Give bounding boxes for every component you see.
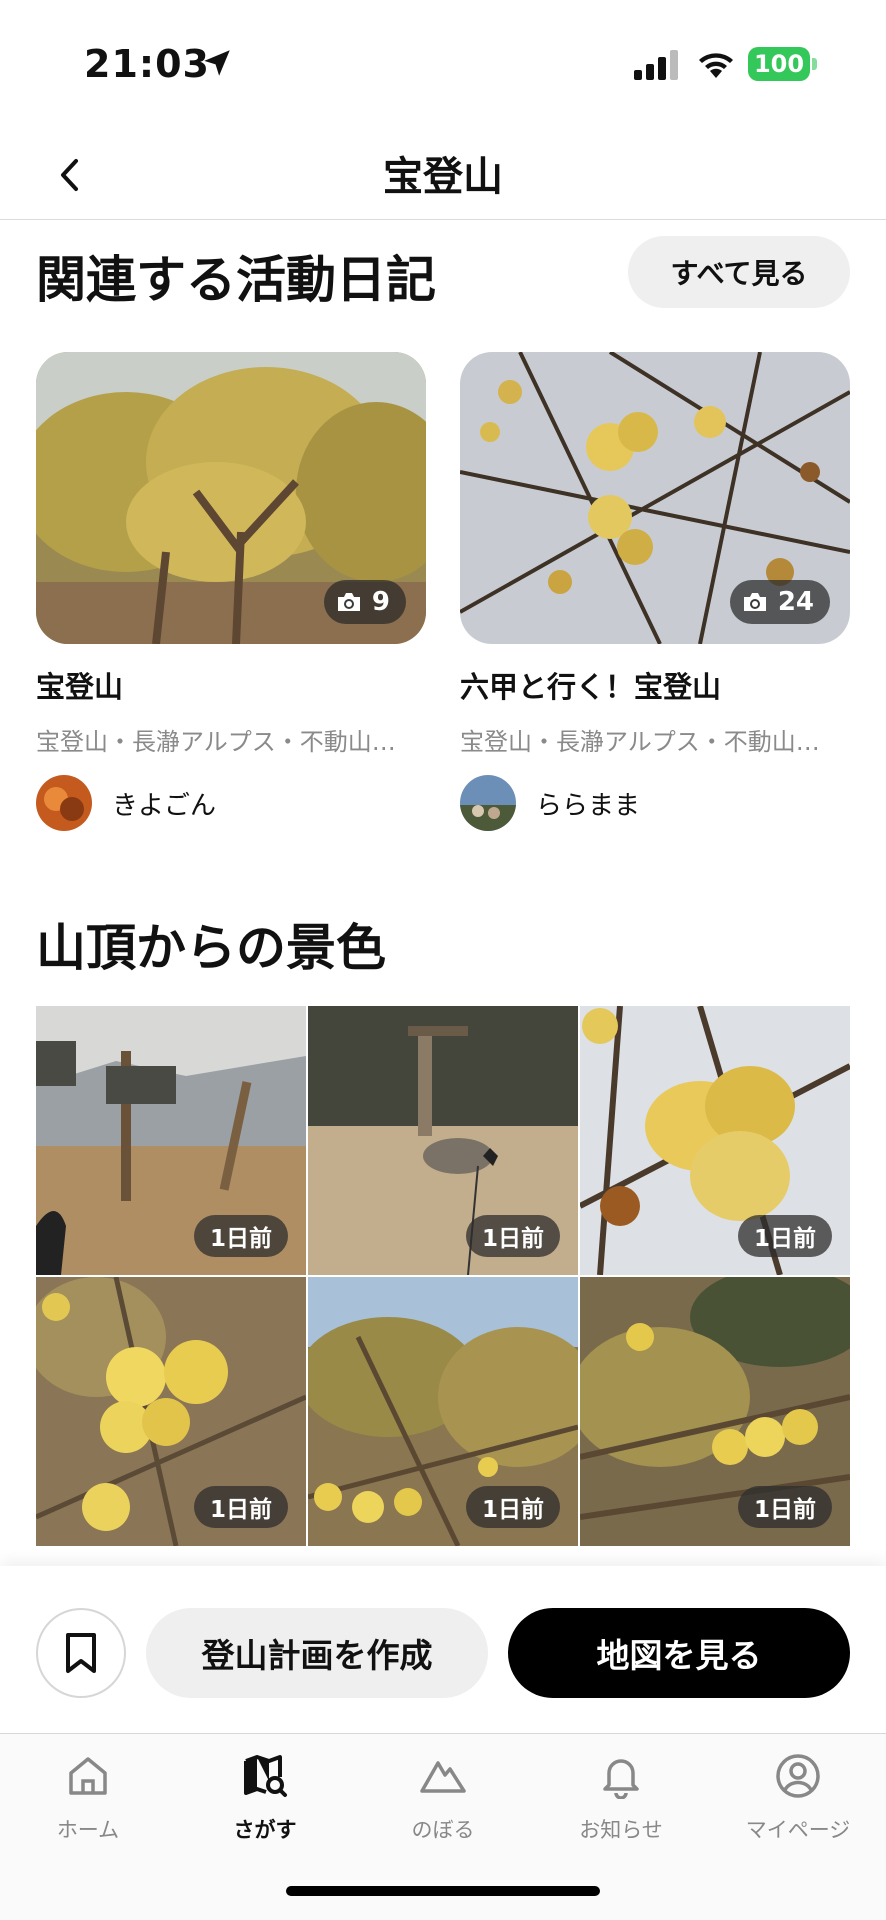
photo-count: 24 <box>777 587 814 617</box>
user-name: ららまま <box>536 790 641 821</box>
summit-section-title: 山頂からの景色 <box>36 919 386 977</box>
diary-photo: 9 <box>36 352 426 644</box>
mountain-icon <box>417 1750 469 1802</box>
time-badge: 1日前 <box>465 1215 560 1257</box>
tab-label: さがす <box>233 1818 297 1842</box>
camera-icon <box>743 593 766 611</box>
tab-notifications[interactable]: お知らせ <box>541 1750 701 1844</box>
tab-search[interactable]: さがす <box>185 1750 345 1844</box>
page-title: 宝登山 <box>383 154 503 200</box>
battery-level: 100 <box>753 50 805 78</box>
photo-count-badge: 24 <box>729 580 830 624</box>
tab-label: マイページ <box>745 1818 851 1842</box>
status-time: 21:03 <box>84 42 210 86</box>
time-badge: 1日前 <box>193 1486 288 1528</box>
camera-icon <box>337 593 360 611</box>
diary-title: 宝登山 <box>36 670 124 704</box>
photo-count-badge: 9 <box>323 580 406 624</box>
battery-tip <box>812 58 817 70</box>
diary-photo: 24 <box>460 352 850 644</box>
tab-climb[interactable]: のぼる <box>363 1750 523 1844</box>
summit-photo[interactable]: 1日前 <box>36 1277 306 1546</box>
battery-icon: 100 <box>748 47 810 81</box>
summit-photo[interactable]: 1日前 <box>580 1277 850 1546</box>
user-circle-icon <box>772 1750 824 1802</box>
bookmark-icon <box>66 1633 96 1673</box>
status-bar: 21:03 100 <box>0 0 886 130</box>
time-badge: 1日前 <box>737 1215 832 1257</box>
home-indicator <box>286 1886 600 1896</box>
user-name: きよごん <box>112 790 217 821</box>
time-badge: 1日前 <box>193 1215 288 1257</box>
avatar <box>460 775 516 831</box>
summit-photo[interactable]: 1日前 <box>36 1006 306 1275</box>
summit-photo-grid: 1日前 1日前 1日前 1日前 1日前 1日前 <box>36 1006 850 1546</box>
diaries-section-title: 関連する活動日記 <box>36 251 436 309</box>
cellular-signal-icon <box>634 50 678 80</box>
summit-photo[interactable]: 1日前 <box>308 1277 578 1546</box>
tab-label: のぼる <box>411 1818 475 1842</box>
nav-header: 宝登山 <box>0 130 886 220</box>
tab-home[interactable]: ホーム <box>8 1750 168 1844</box>
wifi-icon <box>699 53 733 78</box>
diary-tags: 宝登山・長瀞アルプス・不動山… <box>460 728 820 756</box>
time-badge: 1日前 <box>465 1486 560 1528</box>
tab-mypage[interactable]: マイページ <box>718 1750 878 1844</box>
tab-label: ホーム <box>56 1818 120 1842</box>
diary-card[interactable]: 9 宝登山 宝登山・長瀞アルプス・不動山… きよごん <box>36 352 426 831</box>
see-all-button[interactable]: すべて見る <box>628 236 850 308</box>
home-icon <box>62 1750 114 1802</box>
location-arrow-icon <box>204 50 230 76</box>
diary-title: 六甲と行く！宝登山 <box>460 670 722 704</box>
summit-photo[interactable]: 1日前 <box>308 1006 578 1275</box>
view-map-button[interactable]: 地図を見る <box>508 1608 850 1698</box>
diary-card[interactable]: 24 六甲と行く！宝登山 宝登山・長瀞アルプス・不動山… ららまま <box>460 352 850 831</box>
create-plan-button[interactable]: 登山計画を作成 <box>146 1608 488 1698</box>
map-search-icon <box>239 1750 291 1802</box>
action-bar: 登山計画を作成 地図を見る <box>0 1566 886 1734</box>
summit-photo[interactable]: 1日前 <box>580 1006 850 1275</box>
time-badge: 1日前 <box>737 1486 832 1528</box>
avatar <box>36 775 92 831</box>
diary-user[interactable]: ららまま <box>460 775 850 831</box>
bell-icon <box>595 1750 647 1802</box>
diary-tags: 宝登山・長瀞アルプス・不動山… <box>36 728 396 756</box>
tab-label: お知らせ <box>579 1818 663 1842</box>
diary-user[interactable]: きよごん <box>36 775 426 831</box>
bookmark-button[interactable] <box>36 1608 126 1698</box>
photo-count: 9 <box>371 587 390 617</box>
